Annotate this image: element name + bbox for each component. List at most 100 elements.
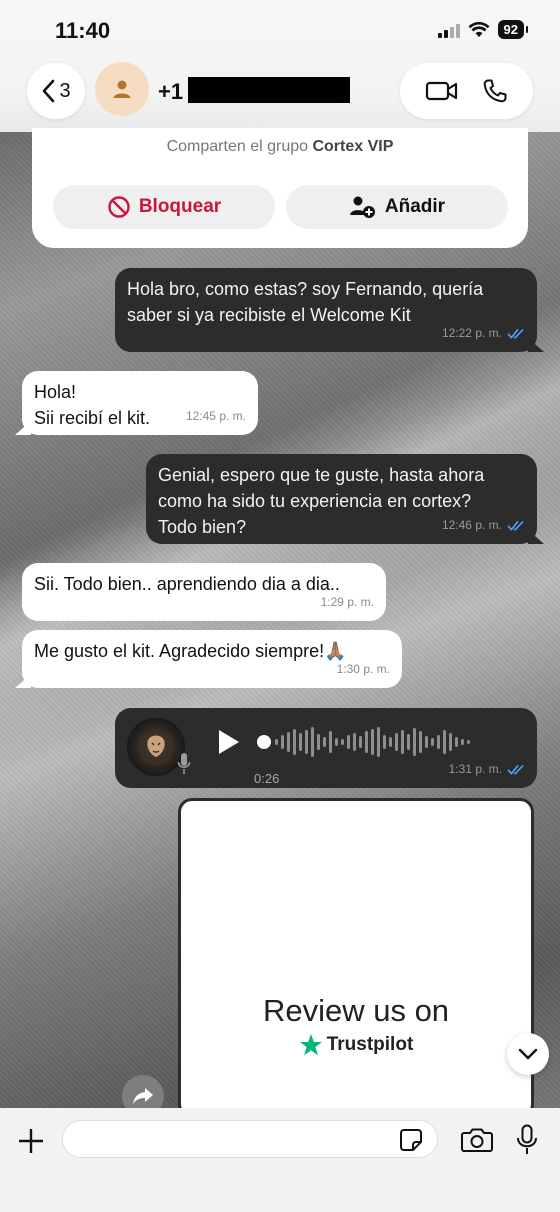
call-actions <box>400 63 533 119</box>
message-input[interactable] <box>77 1121 397 1157</box>
playback-position-dot[interactable] <box>257 735 271 749</box>
message-meta: 12:45 p. m. <box>186 403 246 429</box>
redacted-phone-number <box>188 77 350 103</box>
waveform-bar <box>287 732 290 752</box>
voice-waveform[interactable] <box>275 724 470 760</box>
block-icon <box>108 196 130 218</box>
waveform-bar <box>335 738 338 746</box>
waveform-bar <box>389 737 392 747</box>
waveform-bar <box>359 736 362 748</box>
cortex-logo-icon <box>140 731 172 763</box>
waveform-bar <box>383 735 386 749</box>
message-input-wrapper <box>62 1120 438 1158</box>
image-review-text: Review us on <box>262 993 450 1028</box>
message-time: 1:29 p. m. <box>320 595 374 609</box>
chevron-left-icon <box>43 79 55 103</box>
message-time: 1:31 p. m. <box>448 762 502 776</box>
read-double-check-icon <box>507 764 524 775</box>
plus-icon <box>19 1129 43 1153</box>
contact-avatar[interactable] <box>95 62 149 116</box>
block-button[interactable]: Bloquear <box>53 185 275 229</box>
waveform-bar <box>419 731 422 753</box>
voice-message-bubble[interactable]: 0:26 1:31 p. m. <box>115 708 537 788</box>
waveform-bar <box>365 731 368 753</box>
video-call-icon[interactable] <box>425 80 459 102</box>
waveform-bar <box>323 737 326 747</box>
waveform-bar <box>413 728 416 756</box>
waveform-bar <box>299 733 302 751</box>
trustpilot-logo: Trustpilot <box>181 1033 531 1057</box>
message-time: 1:30 p. m. <box>336 662 390 676</box>
add-label: Añadir <box>384 196 446 217</box>
voice-record-button[interactable] <box>510 1120 544 1160</box>
message-meta: 1:30 p. m. <box>337 656 390 682</box>
message-composer <box>0 1108 560 1212</box>
waveform-bar <box>431 738 434 746</box>
waveform-bar <box>425 736 428 748</box>
unread-count: 3 <box>59 79 71 102</box>
message-text-line1: Hola! <box>34 382 77 402</box>
waveform-bar <box>329 731 332 753</box>
play-icon[interactable] <box>217 729 241 755</box>
waveform-bar <box>281 735 284 749</box>
scroll-to-bottom-button[interactable] <box>507 1033 549 1075</box>
shared-group-name[interactable]: Cortex VIP <box>312 138 393 155</box>
forward-arrow-icon <box>133 1088 153 1104</box>
message-meta: 1:29 p. m. <box>321 589 374 615</box>
waveform-bar <box>443 730 446 754</box>
waveform-bar <box>317 734 320 750</box>
message-meta: 12:46 p. m. <box>442 512 525 538</box>
status-time: 11:40 <box>55 18 111 43</box>
add-contact-button[interactable]: Añadir <box>286 185 508 229</box>
chat-header: 11:40 92 3 +1 <box>0 0 560 132</box>
person-icon <box>113 80 131 98</box>
message-time: 12:45 p. m. <box>185 409 246 423</box>
trustpilot-star-icon <box>299 1034 322 1056</box>
contact-name[interactable]: +1 <box>158 79 183 105</box>
waveform-bar <box>311 727 314 757</box>
message-meta: 1:31 p. m. <box>449 756 525 782</box>
waveform-bar <box>275 739 278 745</box>
attach-button[interactable] <box>14 1124 48 1158</box>
message-bubble-outgoing[interactable]: Hola bro, como estas? soy Fernando, quer… <box>115 268 544 352</box>
trustpilot-brand: Trustpilot <box>326 1034 414 1055</box>
waveform-bar <box>293 729 296 755</box>
waveform-bar <box>305 730 308 754</box>
waveform-bar <box>455 737 458 747</box>
cellular-signal-icon <box>437 22 460 38</box>
add-person-icon <box>349 196 375 218</box>
message-bubble-outgoing[interactable]: Genial, espero que te guste, hasta ahora… <box>146 454 544 544</box>
camera-button[interactable] <box>458 1123 496 1157</box>
block-label: Bloquear <box>138 196 222 217</box>
read-double-check-icon <box>507 328 524 339</box>
microphone-icon <box>517 1124 537 1154</box>
sticker-icon <box>400 1129 422 1151</box>
shared-group-text: Comparten el grupo Cortex VIP <box>32 138 528 156</box>
waveform-bar <box>377 727 380 757</box>
waveform-bar <box>407 734 410 750</box>
shared-group-prefix: Comparten el grupo <box>166 138 309 155</box>
message-bubble-incoming[interactable]: Me gusto el kit. Agradecido siempre!🙏🏽 1… <box>15 630 402 688</box>
waveform-bar <box>371 729 374 755</box>
waveform-bar <box>461 739 464 745</box>
message-bubble-incoming[interactable]: Sii. Todo bien.. aprendiendo dia a dia..… <box>22 563 386 621</box>
sticker-button[interactable] <box>397 1126 425 1154</box>
read-double-check-icon <box>507 520 524 531</box>
waveform-bar <box>341 739 344 745</box>
voice-duration: 0:26 <box>254 771 280 786</box>
message-bubble-incoming[interactable]: Hola! Sii recibí el kit. 12:45 p. m. <box>15 371 258 435</box>
waveform-bar <box>401 730 404 754</box>
voice-call-icon[interactable] <box>482 78 508 104</box>
camera-icon <box>461 1128 493 1152</box>
chevron-down-icon <box>518 1048 538 1060</box>
image-message[interactable]: Review us on Trustpilot <box>178 798 534 1118</box>
message-meta: 12:22 p. m. <box>442 320 525 346</box>
battery-indicator: 92 <box>497 20 529 39</box>
waveform-bar <box>347 735 350 749</box>
back-button[interactable]: 3 <box>27 63 85 119</box>
waveform-bar <box>353 733 356 751</box>
waveform-bar <box>437 735 440 749</box>
waveform-bar <box>395 733 398 751</box>
status-icons: 92 <box>437 20 529 39</box>
message-time: 12:22 p. m. <box>441 326 502 340</box>
